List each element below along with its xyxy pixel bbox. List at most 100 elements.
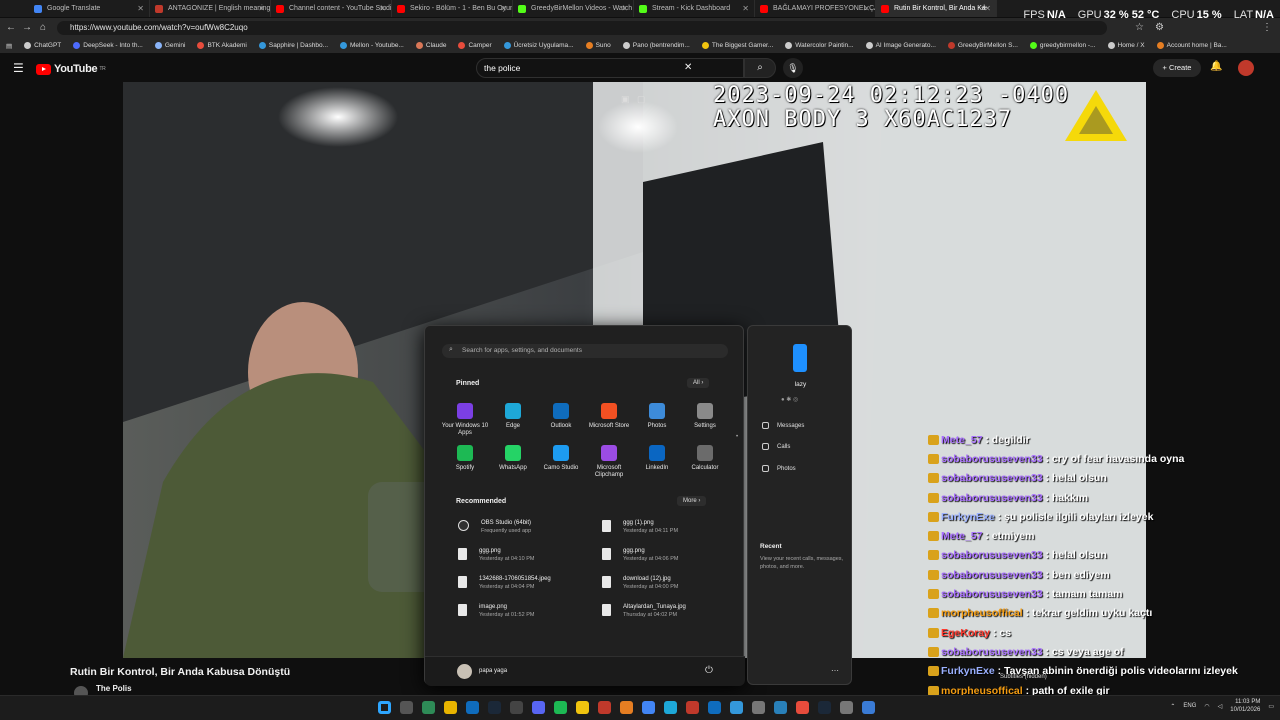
folder-icon[interactable]: [576, 701, 589, 714]
browser-tab[interactable]: Rutin Bir Kontrol, Bir Anda Ka ✕: [875, 0, 997, 17]
edge-icon[interactable]: [466, 701, 479, 714]
recommended-item[interactable]: Altaylardan_Tunaya.jpg Thursday at 04:02 …: [602, 603, 742, 619]
bookmark-item[interactable]: Pano (bentrendim...: [617, 42, 696, 49]
create-button[interactable]: + Create: [1153, 59, 1201, 77]
xbox-icon[interactable]: [422, 701, 435, 714]
user-avatar[interactable]: [457, 664, 472, 679]
recommended-item[interactable]: image.png Yesterday at 01:52 PM: [458, 603, 598, 619]
phone-messages-item[interactable]: Messages: [762, 422, 804, 429]
vscode-icon[interactable]: [774, 701, 787, 714]
pinned-app[interactable]: Outlook: [537, 403, 585, 430]
tab-close-icon[interactable]: ✕: [863, 4, 870, 13]
bookmark-item[interactable]: Account home | Ba...: [1151, 42, 1233, 49]
discord-icon[interactable]: [532, 701, 545, 714]
voice-search-button[interactable]: 🎙: [783, 58, 803, 78]
pinned-app[interactable]: WhatsApp: [489, 445, 537, 472]
browser-tab[interactable]: Channel content - YouTube Studio ✕: [270, 0, 392, 17]
browser-tab[interactable]: GreedyBirMellon Videos - Watch ✕: [512, 0, 634, 17]
home-icon[interactable]: ⌂: [40, 22, 46, 33]
more-button[interactable]: More ›: [677, 496, 707, 506]
pinned-app[interactable]: Calculator: [681, 445, 729, 472]
app-icon[interactable]: [708, 701, 721, 714]
bookmarks-icon[interactable]: ▤: [0, 42, 18, 50]
recommended-item[interactable]: 1342688-1706051854.jpeg Yesterday at 04:0…: [458, 575, 598, 591]
browser-tab[interactable]: Google Translate ✕: [28, 0, 150, 17]
pinned-app[interactable]: Camo Studio: [537, 445, 585, 472]
youtube-logo[interactable]: YouTube TR: [36, 63, 106, 75]
url-input[interactable]: https://www.youtube.com/watch?v=oufWw8C2…: [57, 21, 1107, 35]
browser-tab[interactable]: ANTAGONIZE | English meaning - ✕: [149, 0, 271, 17]
page-dots-icon[interactable]: •: [736, 434, 738, 440]
bookmark-item[interactable]: Home / X: [1102, 42, 1151, 49]
menu-icon[interactable]: ⋮: [1262, 22, 1272, 33]
bookmark-item[interactable]: GreedyBirMellon S...: [942, 42, 1024, 49]
phone-calls-item[interactable]: Calls: [762, 443, 790, 450]
miniplayer-icon[interactable]: ▣: [621, 94, 630, 105]
task-view-icon[interactable]: [400, 701, 413, 714]
more-options-icon[interactable]: ⋯: [831, 666, 839, 675]
bookmark-item[interactable]: Camper: [452, 42, 497, 49]
recommended-item[interactable]: OBS Studio (64bit) Frequently used app: [458, 519, 598, 535]
pinned-app[interactable]: Photos: [633, 403, 681, 430]
avatar[interactable]: [1238, 60, 1254, 76]
bookmark-item[interactable]: Mellon - Youtube...: [334, 42, 410, 49]
file-explorer-icon[interactable]: [444, 701, 457, 714]
pinned-app[interactable]: Edge: [489, 403, 537, 430]
volume-icon[interactable]: ◁: [1218, 703, 1223, 710]
maps-icon[interactable]: [796, 701, 809, 714]
windows-start-icon[interactable]: [378, 701, 391, 714]
recommended-item[interactable]: ggg (1).png Yesterday at 04:11 PM: [602, 519, 742, 535]
power-icon[interactable]: ⏻: [705, 665, 713, 676]
pinned-app[interactable]: Microsoft Clipchamp: [585, 445, 633, 479]
bookmark-item[interactable]: ChatGPT: [18, 42, 67, 49]
clear-search-icon[interactable]: ✕: [684, 62, 692, 73]
tab-close-icon[interactable]: ✕: [621, 4, 628, 13]
new-tab-icon[interactable]: +: [981, 2, 987, 14]
notifications-icon[interactable]: ▭: [1268, 703, 1274, 710]
tab-close-icon[interactable]: ✕: [258, 4, 265, 13]
opera-gx-icon[interactable]: [686, 701, 699, 714]
tab-close-icon[interactable]: ✕: [500, 4, 507, 13]
window-icon[interactable]: [752, 701, 765, 714]
terminal-icon[interactable]: [510, 701, 523, 714]
bookmark-item[interactable]: The Biggest Gamer...: [696, 42, 779, 49]
tray-chevron-icon[interactable]: ⌃: [1170, 703, 1175, 710]
browser-tab[interactable]: BAĞLAMAYI PROFESYONEL ÇALM✕: [754, 0, 876, 17]
cast-icon[interactable]: ▢: [637, 94, 646, 105]
bookmark-item[interactable]: AI Image Generato...: [860, 42, 942, 49]
pinned-app[interactable]: Your Windows 10 Apps: [441, 403, 489, 437]
recommended-item[interactable]: ggg.png Yesterday at 04:10 PM: [458, 547, 598, 563]
bookmark-item[interactable]: Claude: [410, 42, 453, 49]
pinned-app[interactable]: LinkedIn: [633, 445, 681, 472]
forward-icon[interactable]: →: [22, 22, 32, 33]
recommended-item[interactable]: ggg.png Yesterday at 04:06 PM: [602, 547, 742, 563]
tab-close-icon[interactable]: ✕: [379, 4, 386, 13]
settings-icon[interactable]: [840, 701, 853, 714]
brave-icon[interactable]: [620, 701, 633, 714]
pinned-app[interactable]: Settings: [681, 403, 729, 430]
tab-close-icon[interactable]: ✕: [742, 4, 749, 13]
bookmark-item[interactable]: Gemini: [149, 42, 192, 49]
extensions-icon[interactable]: ⚙: [1155, 22, 1164, 33]
taskbar-clock[interactable]: 11:03 PM 10/01/2026: [1230, 698, 1260, 714]
bookmark-item[interactable]: Suno: [580, 42, 617, 49]
steam-helper-icon[interactable]: [818, 701, 831, 714]
network-icon[interactable]: [862, 701, 875, 714]
chrome-icon[interactable]: [642, 701, 655, 714]
bookmark-item[interactable]: BTK Akademi: [191, 42, 252, 49]
bookmark-item[interactable]: greedybirmellon -...: [1024, 42, 1102, 49]
user-name[interactable]: papa yaga: [479, 668, 507, 674]
edge-dev-icon[interactable]: [664, 701, 677, 714]
all-apps-button[interactable]: All ›: [687, 378, 710, 388]
notifications-bell-icon[interactable]: 🔔: [1210, 61, 1222, 72]
tab-close-icon[interactable]: ✕: [137, 4, 144, 13]
browser-tab[interactable]: Sekiro - Bölüm - 1 - Ben Bu Oyun ✕: [391, 0, 513, 17]
start-search-input[interactable]: Search for apps, settings, and documents: [442, 344, 728, 358]
bookmark-item[interactable]: DeepSeek - Into th...: [67, 42, 149, 49]
spotify-icon[interactable]: [554, 701, 567, 714]
steam-icon[interactable]: [488, 701, 501, 714]
wifi-icon[interactable]: ◠: [1204, 703, 1209, 710]
language-indicator[interactable]: ENG: [1183, 703, 1196, 709]
search-button[interactable]: ⌕: [744, 58, 776, 78]
phone-photos-item[interactable]: Photos: [762, 465, 796, 472]
